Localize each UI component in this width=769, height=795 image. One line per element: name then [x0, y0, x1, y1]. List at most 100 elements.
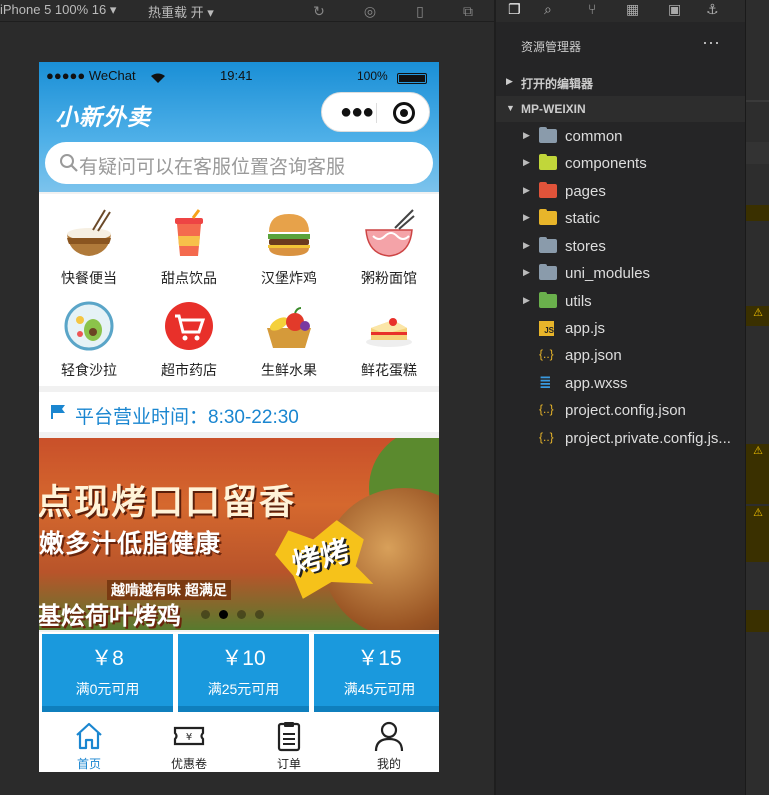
coupon-amount: ￥15: [357, 647, 402, 670]
open-editors-section[interactable]: ▶ 打开的编辑器: [496, 69, 745, 95]
extensions-icon[interactable]: ▦: [626, 1, 639, 18]
tree-file[interactable]: {..} app.json: [496, 342, 745, 369]
tree-item-label: project.private.config.js...: [565, 430, 731, 447]
tab-coupons[interactable]: ¥ 优惠卷: [139, 712, 239, 772]
clipboard-icon: [277, 722, 301, 752]
flag-icon: [51, 405, 65, 419]
carousel-dot[interactable]: [237, 610, 246, 619]
more-icon[interactable]: ●●●: [340, 102, 374, 122]
docker-icon[interactable]: ⚓: [706, 1, 719, 18]
coupon-condition: 满0元可用: [75, 681, 140, 697]
tree-folder[interactable]: ▶ uni_modules: [496, 260, 745, 287]
window-icon[interactable]: ⧉: [458, 1, 478, 21]
folder-icon: [539, 127, 557, 144]
tree-item-label: utils: [565, 293, 592, 310]
tree-item-label: project.config.json: [565, 402, 686, 419]
wifi-icon: [151, 73, 165, 83]
tab-home[interactable]: 首页: [39, 712, 139, 772]
category-label: 超市药店: [161, 362, 217, 378]
category-label: 粥粉面馆: [361, 270, 417, 286]
coupon-row: ￥8 满0元可用 ￥10 满25元可用 ￥15 满45元可用: [39, 632, 439, 712]
tree-folder[interactable]: ▶ common: [496, 123, 745, 150]
category-item[interactable]: 超市药店: [139, 290, 239, 382]
chevron-down-icon: ▼: [506, 103, 515, 113]
category-item[interactable]: 粥粉面馆: [339, 198, 439, 290]
carousel-dot-active[interactable]: [219, 610, 228, 619]
category-label: 轻食沙拉: [61, 362, 117, 378]
folder-icon: [539, 237, 557, 254]
category-item[interactable]: 轻食沙拉: [39, 290, 139, 382]
category-label: 鲜花蛋糕: [361, 362, 417, 378]
carousel-dot[interactable]: [201, 610, 210, 619]
tree-folder[interactable]: ▶ utils: [496, 288, 745, 315]
category-item[interactable]: 鲜花蛋糕: [339, 290, 439, 382]
status-bar: ●●●●● WeChat 19:41 100%: [39, 67, 439, 85]
tree-file[interactable]: {..} project.config.json: [496, 397, 745, 424]
folder-pages-icon: [539, 182, 557, 199]
close-target-icon[interactable]: [393, 102, 415, 124]
rice-bowl-icon: [67, 209, 111, 256]
folder-static-icon: [539, 209, 557, 226]
category-label: 甜点饮品: [161, 270, 217, 286]
coupon-card[interactable]: ￥15 满45元可用: [314, 634, 439, 712]
category-item[interactable]: 甜点饮品: [139, 198, 239, 290]
project-section[interactable]: ▼ MP-WEIXIN: [496, 96, 745, 122]
coupon-condition: 满25元可用: [207, 681, 280, 697]
chevron-right-icon: ▶: [523, 295, 530, 305]
category-label: 生鲜水果: [261, 362, 317, 378]
warning-icon: ⚠: [746, 444, 769, 504]
chevron-right-icon: ▶: [506, 76, 513, 86]
stop-icon[interactable]: ◎: [360, 1, 380, 21]
js-file-icon: JS: [539, 321, 554, 336]
more-icon[interactable]: ···: [702, 32, 720, 53]
search-icon[interactable]: ⌕: [544, 1, 552, 18]
coupon-card[interactable]: ￥8 满0元可用: [42, 634, 173, 712]
warning-icon: ⚠: [746, 306, 769, 326]
carousel-dot[interactable]: [255, 610, 264, 619]
mini-program-capsule: ●●●: [321, 92, 430, 132]
category-item[interactable]: 快餐便当: [39, 198, 139, 290]
drink-cup-icon: [175, 209, 203, 256]
tree-file[interactable]: {..} project.private.config.js...: [496, 425, 745, 452]
coupon-card[interactable]: ￥10 满25元可用: [178, 634, 309, 712]
chevron-right-icon: ▶: [523, 267, 530, 277]
business-hours: 平台营业时间：8:30-22:30: [39, 392, 439, 432]
explorer-title: 资源管理器: [521, 40, 582, 54]
strip-line: [746, 100, 769, 102]
tab-mine[interactable]: 我的: [339, 712, 439, 772]
hot-reload-select[interactable]: 热重载 开 ▾: [148, 2, 214, 21]
tab-orders[interactable]: 订单: [239, 712, 339, 772]
coupon-amount: ￥10: [221, 647, 266, 670]
app-header: ●●●●● WeChat 19:41 100% 小新外卖 ●●● 有疑问可以在客…: [39, 62, 439, 192]
search-placeholder: 有疑问可以在客服位置咨询客服: [79, 157, 346, 178]
tree-folder[interactable]: ▶ stores: [496, 233, 745, 260]
strip-warning-bar: [746, 205, 769, 221]
tree-folder[interactable]: ▶ static: [496, 205, 745, 232]
tree-file[interactable]: JS app.js: [496, 315, 745, 342]
chevron-right-icon: ▶: [523, 130, 530, 140]
search-icon: [60, 154, 78, 172]
capsule-divider: [376, 103, 377, 123]
source-control-icon[interactable]: ⑂: [588, 1, 596, 17]
search-bar[interactable]: 有疑问可以在客服位置咨询客服: [45, 142, 433, 184]
tree-file[interactable]: ≣ app.wxss: [496, 370, 745, 397]
tree-folder[interactable]: ▶ components: [496, 150, 745, 177]
css-file-icon: ≣: [539, 374, 552, 391]
tab-label: 订单: [276, 757, 301, 771]
svg-text:¥: ¥: [186, 732, 192, 743]
category-item[interactable]: 生鲜水果: [239, 290, 339, 382]
category-item[interactable]: 汉堡炸鸡: [239, 198, 339, 290]
debug-icon[interactable]: ▣: [668, 1, 681, 18]
json-file-icon: {..}: [539, 347, 554, 361]
promo-banner[interactable]: 点现烤口口留香 嫩多汁低脂健康 烤烤 越啃越有味 超满足 基烩荷叶烤鸡: [39, 438, 439, 630]
tab-label: 优惠卷: [170, 757, 207, 771]
files-icon[interactable]: ❐: [508, 1, 521, 18]
tree-folder[interactable]: ▶ pages: [496, 178, 745, 205]
device-select[interactable]: iPhone 5 100% 16 ▾: [0, 2, 116, 18]
shopping-cart-icon: [165, 302, 213, 350]
app-title: 小新外卖: [55, 104, 151, 130]
refresh-icon[interactable]: ↻: [309, 1, 329, 21]
home-icon: [76, 722, 102, 750]
phone-icon[interactable]: ▯: [410, 1, 430, 21]
section-label: 打开的编辑器: [521, 77, 594, 91]
